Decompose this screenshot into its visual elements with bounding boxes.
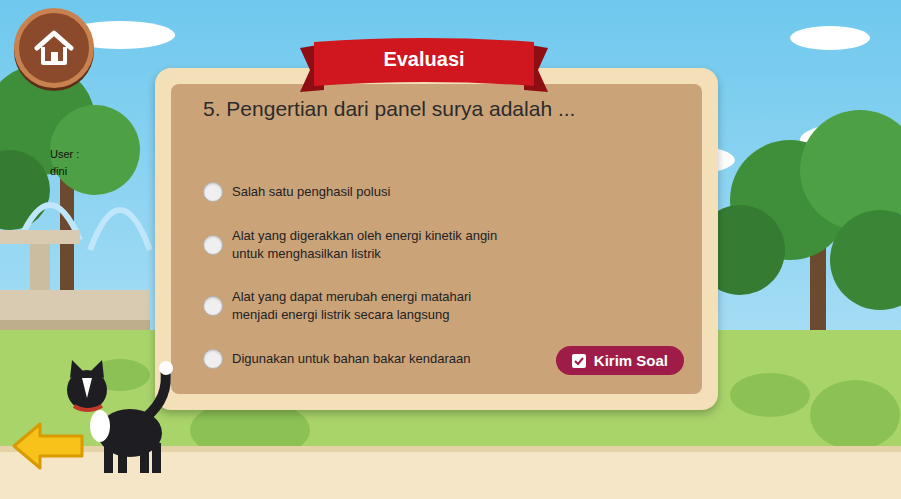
checkbox-icon: [572, 354, 586, 368]
home-button[interactable]: [14, 8, 94, 88]
user-label: User :dini: [50, 146, 79, 180]
submit-button[interactable]: Kirim Soal: [556, 346, 684, 375]
radio-button[interactable]: [203, 296, 223, 316]
cat-icon: [60, 358, 190, 478]
radio-button[interactable]: [203, 349, 223, 369]
question-board: Evaluasi5. Pengertian dari panel surya a…: [155, 68, 718, 410]
option-text: Salah satu penghasil polusi: [232, 183, 390, 201]
option-text: Alat yang dapat merubah energi matahari …: [232, 288, 507, 324]
option-text: Alat yang digerakkan oleh energi kinetik…: [232, 227, 507, 263]
title-text: Evaluasi: [383, 48, 464, 71]
arrow-left-icon: [10, 420, 86, 472]
user-name: dini: [50, 163, 79, 180]
quiz-screen: User :diniEvaluasi5. Pengertian dari pan…: [0, 0, 901, 499]
option-text: Digunakan untuk bahan bakar kendaraan: [232, 350, 471, 368]
house-icon: [34, 30, 74, 66]
radio-button[interactable]: [203, 235, 223, 255]
option-list: Salah satu penghasil polusi Alat yang dig…: [203, 182, 546, 369]
option-row[interactable]: Alat yang dapat merubah energi matahari …: [203, 288, 546, 324]
radio-button[interactable]: [203, 182, 223, 202]
option-row[interactable]: Salah satu penghasil polusi: [203, 182, 546, 202]
fountain-icon: [0, 205, 150, 330]
user-caption: User :: [50, 146, 79, 163]
submit-label: Kirim Soal: [594, 352, 668, 369]
title-ribbon: Evaluasi: [300, 38, 548, 96]
question-text: 5. Pengertian dari panel surya adalah ..…: [203, 96, 684, 122]
tree-icon: [695, 110, 901, 350]
back-button[interactable]: [10, 420, 86, 476]
option-row[interactable]: Digunakan untuk bahan bakar kendaraan: [203, 349, 546, 369]
option-row[interactable]: Alat yang digerakkan oleh energi kinetik…: [203, 227, 546, 263]
